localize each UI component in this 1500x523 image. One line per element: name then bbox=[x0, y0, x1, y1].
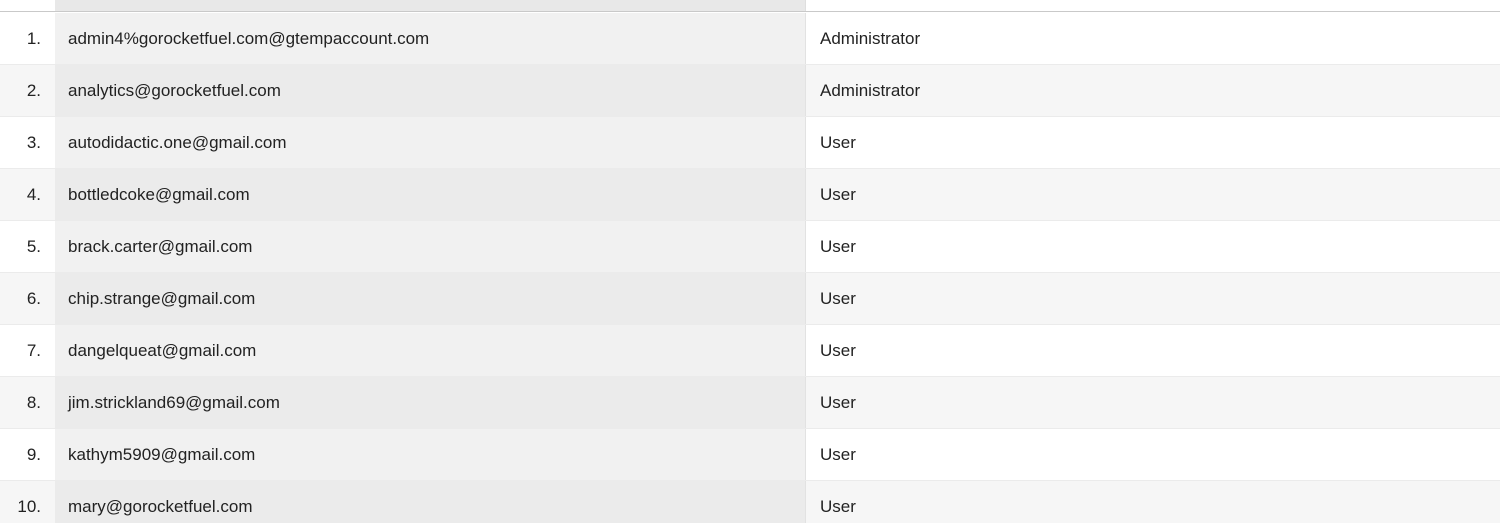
row-index: 5. bbox=[26, 237, 41, 256]
user-role: Administrator bbox=[805, 13, 1500, 64]
table-row[interactable]: 10. mary@gorocketfuel.com User bbox=[0, 481, 1500, 523]
table-row[interactable]: 1. admin4%gorocketfuel.com@gtempaccount.… bbox=[0, 13, 1500, 65]
user-role: User bbox=[805, 169, 1500, 220]
user-email: bottledcoke@gmail.com bbox=[55, 169, 805, 220]
row-index: 1. bbox=[26, 29, 41, 48]
user-role: User bbox=[805, 221, 1500, 272]
table-body: 1. admin4%gorocketfuel.com@gtempaccount.… bbox=[0, 13, 1500, 523]
row-index: 7. bbox=[26, 341, 41, 360]
table-row[interactable]: 9. kathym5909@gmail.com User bbox=[0, 429, 1500, 481]
header-email-column[interactable] bbox=[55, 0, 805, 11]
user-email: mary@gorocketfuel.com bbox=[55, 481, 805, 523]
user-role: User bbox=[805, 481, 1500, 523]
user-email: analytics@gorocketfuel.com bbox=[55, 65, 805, 116]
header-role-column[interactable] bbox=[805, 0, 1500, 11]
table-row[interactable]: 5. brack.carter@gmail.com User bbox=[0, 221, 1500, 273]
row-index: 6. bbox=[26, 289, 41, 308]
user-role: User bbox=[805, 325, 1500, 376]
user-role: User bbox=[805, 377, 1500, 428]
user-role: Administrator bbox=[805, 65, 1500, 116]
user-role: User bbox=[805, 273, 1500, 324]
user-email: admin4%gorocketfuel.com@gtempaccount.com bbox=[55, 13, 805, 64]
row-index: 8. bbox=[26, 393, 41, 412]
row-index: 3. bbox=[26, 133, 41, 152]
table-row[interactable]: 8. jim.strickland69@gmail.com User bbox=[0, 377, 1500, 429]
user-email: chip.strange@gmail.com bbox=[55, 273, 805, 324]
user-email: jim.strickland69@gmail.com bbox=[55, 377, 805, 428]
user-email: autodidactic.one@gmail.com bbox=[55, 117, 805, 168]
user-email: kathym5909@gmail.com bbox=[55, 429, 805, 480]
table-row[interactable]: 6. chip.strange@gmail.com User bbox=[0, 273, 1500, 325]
row-index: 10. bbox=[17, 497, 41, 516]
table-row[interactable]: 2. analytics@gorocketfuel.com Administra… bbox=[0, 65, 1500, 117]
row-index: 2. bbox=[26, 81, 41, 100]
users-table: 1. admin4%gorocketfuel.com@gtempaccount.… bbox=[0, 0, 1500, 523]
table-row[interactable]: 3. autodidactic.one@gmail.com User bbox=[0, 117, 1500, 169]
table-row[interactable]: 4. bottledcoke@gmail.com User bbox=[0, 169, 1500, 221]
row-index: 4. bbox=[26, 185, 41, 204]
table-header bbox=[0, 0, 1500, 12]
user-role: User bbox=[805, 117, 1500, 168]
header-index-column bbox=[0, 0, 55, 11]
user-email: brack.carter@gmail.com bbox=[55, 221, 805, 272]
user-role: User bbox=[805, 429, 1500, 480]
table-row[interactable]: 7. dangelqueat@gmail.com User bbox=[0, 325, 1500, 377]
user-email: dangelqueat@gmail.com bbox=[55, 325, 805, 376]
row-index: 9. bbox=[26, 445, 41, 464]
